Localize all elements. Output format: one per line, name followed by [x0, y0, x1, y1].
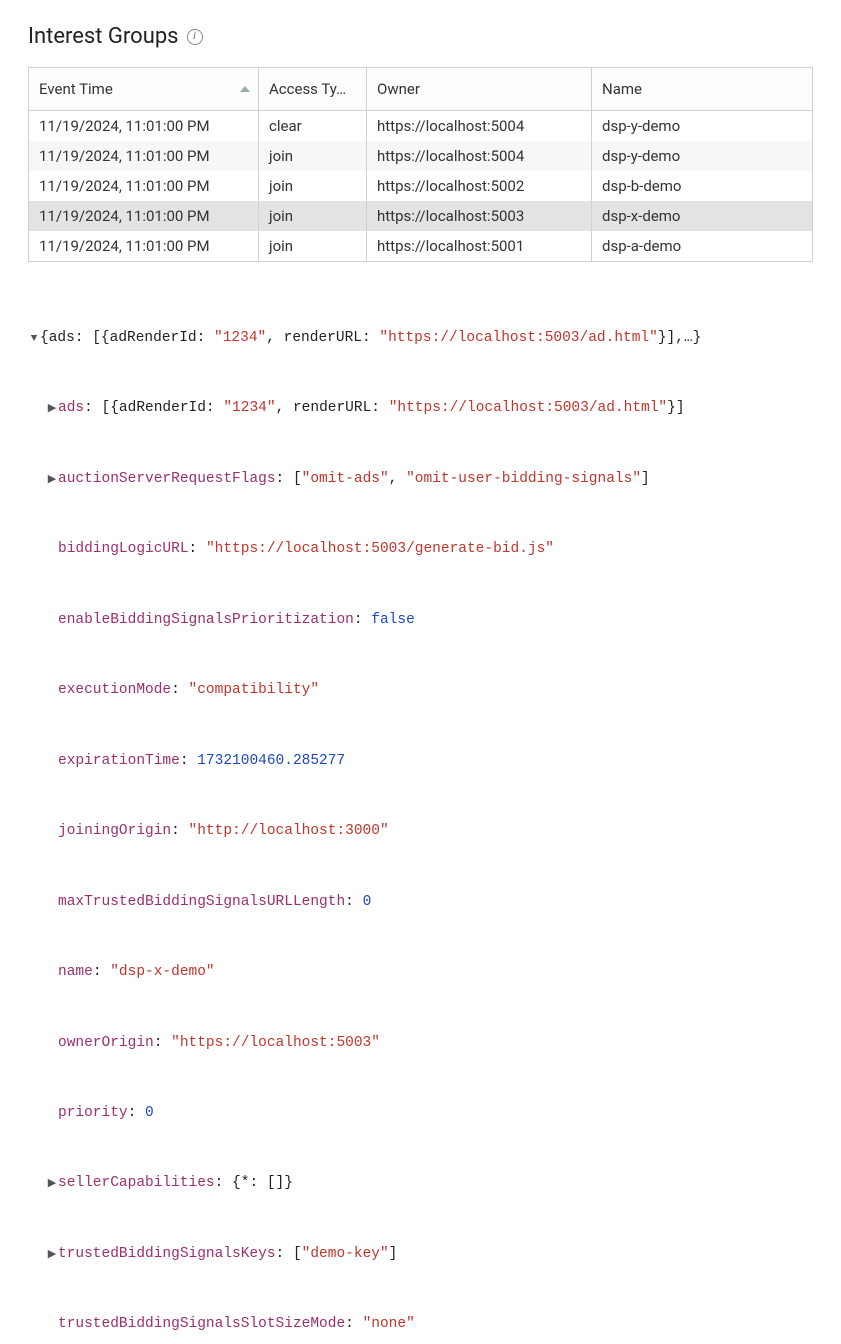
heading-text: Interest Groups: [28, 24, 179, 49]
tree-flags[interactable]: ▶ auctionServerRequestFlags: ["omit-ads"…: [28, 468, 813, 491]
root-id: "1234": [214, 330, 266, 346]
tree-tkeys[interactable]: ▶ trustedBiddingSignalsKeys: ["demo-key"…: [28, 1243, 813, 1266]
bidding-key: biddingLogicURL: [58, 541, 189, 557]
root-url: "https://localhost:5003/ad.html": [379, 330, 657, 346]
cell-owner: https://localhost:5004: [367, 111, 592, 142]
cell-name: dsp-y-demo: [592, 141, 813, 171]
tree-slot[interactable]: ▶ trustedBiddingSignalsSlotSizeMode: "no…: [28, 1313, 813, 1336]
table-row[interactable]: 11/19/2024, 11:01:00 PMclearhttps://loca…: [29, 111, 813, 142]
cell-type: join: [259, 141, 367, 171]
tree-exp[interactable]: ▶ expirationTime: 1732100460.285277: [28, 750, 813, 773]
cell-time: 11/19/2024, 11:01:00 PM: [29, 171, 259, 201]
cell-name: dsp-y-demo: [592, 111, 813, 142]
cell-type: clear: [259, 111, 367, 142]
tree-join[interactable]: ▶ joiningOrigin: "http://localhost:3000": [28, 820, 813, 843]
owner-val: "https://localhost:5003": [171, 1035, 380, 1051]
tkeys-val: "demo-key": [302, 1246, 389, 1262]
expand-icon[interactable]: ▼: [28, 331, 40, 349]
cell-time: 11/19/2024, 11:01:00 PM: [29, 141, 259, 171]
tkeys-key: trustedBiddingSignalsKeys: [58, 1246, 276, 1262]
cell-name: dsp-x-demo: [592, 201, 813, 231]
root-mid: , renderURL:: [266, 330, 379, 346]
name-val: "dsp-x-demo": [110, 964, 214, 980]
cell-owner: https://localhost:5002: [367, 171, 592, 201]
root-post: }],…}: [658, 330, 702, 346]
prio-key: priority: [58, 1105, 128, 1121]
max-val: 0: [363, 894, 372, 910]
info-icon[interactable]: i: [187, 29, 203, 45]
join-val: "http://localhost:3000": [189, 823, 389, 839]
col-event-time-label: Event Time: [39, 80, 113, 98]
col-owner[interactable]: Owner: [367, 68, 592, 111]
join-key: joiningOrigin: [58, 823, 171, 839]
ads-mid: , renderURL:: [276, 400, 389, 416]
tree-max[interactable]: ▶ maxTrustedBiddingSignalsURLLength: 0: [28, 891, 813, 914]
seller-key: sellerCapabilities: [58, 1175, 215, 1191]
ads-url: "https://localhost:5003/ad.html": [389, 400, 667, 416]
cell-owner: https://localhost:5004: [367, 141, 592, 171]
cell-time: 11/19/2024, 11:01:00 PM: [29, 111, 259, 142]
tree-ads[interactable]: ▶ ads: [{adRenderId: "1234", renderURL: …: [28, 397, 813, 420]
tree-bidding-url[interactable]: ▶ biddingLogicURL: "https://localhost:50…: [28, 538, 813, 561]
tree-enable[interactable]: ▶ enableBiddingSignalsPrioritization: fa…: [28, 609, 813, 632]
expand-icon[interactable]: ▶: [46, 1176, 58, 1194]
sort-desc-icon: [240, 86, 250, 92]
ads-id: "1234": [223, 400, 275, 416]
tree-exec[interactable]: ▶ executionMode: "compatibility": [28, 679, 813, 702]
events-table: Event Time Access Ty… Owner Name 11/19/2…: [28, 67, 813, 262]
cell-type: join: [259, 171, 367, 201]
cell-name: dsp-b-demo: [592, 171, 813, 201]
table-header-row: Event Time Access Ty… Owner Name: [29, 68, 813, 111]
ads-key: ads: [58, 400, 84, 416]
exec-val: "compatibility": [189, 682, 320, 698]
slot-val: "none": [363, 1316, 415, 1332]
name-key: name: [58, 964, 93, 980]
cell-type: join: [259, 201, 367, 231]
cell-time: 11/19/2024, 11:01:00 PM: [29, 231, 259, 262]
detail-tree: ▼ {ads: [{adRenderId: "1234", renderURL:…: [28, 280, 813, 1344]
cell-name: dsp-a-demo: [592, 231, 813, 262]
table-row[interactable]: 11/19/2024, 11:01:00 PMjoinhttps://local…: [29, 201, 813, 231]
expand-icon[interactable]: ▶: [46, 401, 58, 419]
tree-seller[interactable]: ▶ sellerCapabilities: {*: []}: [28, 1172, 813, 1195]
root-pre: {ads: [{adRenderId:: [40, 330, 214, 346]
flags-v1: "omit-ads": [302, 471, 389, 487]
flags-key: auctionServerRequestFlags: [58, 471, 276, 487]
page-title: Interest Groups i: [28, 24, 813, 49]
col-access-type[interactable]: Access Ty…: [259, 68, 367, 111]
tree-root[interactable]: ▼ {ads: [{adRenderId: "1234", renderURL:…: [28, 327, 813, 350]
ads-post: }]: [667, 400, 684, 416]
cell-time: 11/19/2024, 11:01:00 PM: [29, 201, 259, 231]
tree-name[interactable]: ▶ name: "dsp-x-demo": [28, 961, 813, 984]
expand-icon[interactable]: ▶: [46, 1247, 58, 1265]
seller-val: {*: []}: [232, 1175, 293, 1191]
tree-owner[interactable]: ▶ ownerOrigin: "https://localhost:5003": [28, 1032, 813, 1055]
col-event-time[interactable]: Event Time: [29, 68, 259, 111]
cell-type: join: [259, 231, 367, 262]
exec-key: executionMode: [58, 682, 171, 698]
table-row[interactable]: 11/19/2024, 11:01:00 PMjoinhttps://local…: [29, 171, 813, 201]
tree-priority[interactable]: ▶ priority: 0: [28, 1102, 813, 1125]
max-key: maxTrustedBiddingSignalsURLLength: [58, 894, 345, 910]
table-row[interactable]: 11/19/2024, 11:01:00 PMjoinhttps://local…: [29, 231, 813, 262]
owner-key: ownerOrigin: [58, 1035, 154, 1051]
cell-owner: https://localhost:5003: [367, 201, 592, 231]
exp-key: expirationTime: [58, 753, 180, 769]
col-name[interactable]: Name: [592, 68, 813, 111]
ads-pre: [{adRenderId:: [102, 400, 224, 416]
enable-val: false: [371, 612, 415, 628]
slot-key: trustedBiddingSignalsSlotSizeMode: [58, 1316, 345, 1332]
table-row[interactable]: 11/19/2024, 11:01:00 PMjoinhttps://local…: [29, 141, 813, 171]
bidding-val: "https://localhost:5003/generate-bid.js": [206, 541, 554, 557]
exp-val: 1732100460.285277: [197, 753, 345, 769]
cell-owner: https://localhost:5001: [367, 231, 592, 262]
flags-v2: "omit-user-bidding-signals": [406, 471, 641, 487]
prio-val: 0: [145, 1105, 154, 1121]
enable-key: enableBiddingSignalsPrioritization: [58, 612, 354, 628]
expand-icon[interactable]: ▶: [46, 472, 58, 490]
